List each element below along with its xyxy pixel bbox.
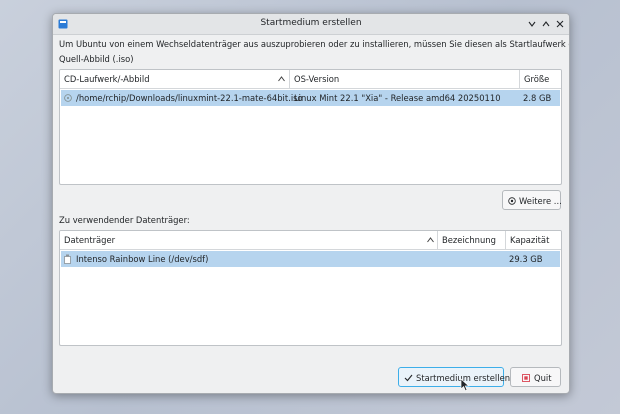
sort-ascending-icon: [427, 237, 434, 243]
usb-drive-icon: [64, 254, 71, 264]
checkmark-icon: [404, 374, 413, 382]
startup-disk-creator-window: Startmedium erstellen Um Ubuntu von eine…: [52, 13, 570, 394]
browse-icon: [508, 197, 516, 205]
disc-icon: [64, 94, 72, 102]
column-header-size[interactable]: Größe: [520, 70, 561, 88]
target-table-header: Datenträger Bezeichnung Kapazität: [60, 231, 561, 250]
source-label: Quell-Abbild (.iso): [59, 54, 134, 64]
create-startup-disk-button[interactable]: Startmedium erstellen: [398, 367, 510, 387]
column-header-device[interactable]: Datenträger: [60, 231, 438, 249]
source-os-version: Linux Mint 22.1 "Xia" - Release amd64 20…: [294, 93, 501, 103]
column-header-os-version[interactable]: OS-Version: [290, 70, 520, 88]
close-icon[interactable]: [553, 17, 567, 31]
quit-icon: [522, 374, 530, 382]
title-bar: Startmedium erstellen: [53, 14, 569, 35]
column-header-label[interactable]: Bezeichnung: [438, 231, 506, 249]
mouse-pointer-icon: [460, 378, 470, 392]
other-image-button[interactable]: Weitere ...: [502, 190, 562, 210]
description-text: Um Ubuntu von einem Wechseldatenträger a…: [59, 39, 570, 49]
target-device-name: Intenso Rainbow Line (/dev/sdf): [76, 254, 209, 264]
column-header-capacity[interactable]: Kapazität: [506, 231, 561, 249]
table-row[interactable]: Intenso Rainbow Line (/dev/sdf) 29.3 GB: [61, 251, 560, 267]
source-image-table[interactable]: CD-Laufwerk/-Abbild OS-Version Größe /ho…: [59, 69, 562, 185]
source-table-header: CD-Laufwerk/-Abbild OS-Version Größe: [60, 70, 561, 89]
target-disk-table[interactable]: Datenträger Bezeichnung Kapazität Intens…: [59, 230, 562, 346]
sort-ascending-icon: [278, 76, 285, 82]
source-image-path: /home/rchip/Downloads/linuxmint-22.1-mat…: [76, 93, 303, 103]
minimize-icon[interactable]: [525, 17, 539, 31]
column-header-image[interactable]: CD-Laufwerk/-Abbild: [60, 70, 290, 88]
quit-button[interactable]: Quit: [510, 367, 561, 387]
target-label: Zu verwendender Datenträger:: [59, 215, 190, 225]
window-title: Startmedium erstellen: [260, 18, 362, 28]
maximize-icon[interactable]: [539, 17, 553, 31]
source-size: 2.8 GB: [523, 93, 552, 103]
target-capacity: 29.3 GB: [509, 254, 543, 264]
table-row[interactable]: /home/rchip/Downloads/linuxmint-22.1-mat…: [61, 90, 560, 106]
